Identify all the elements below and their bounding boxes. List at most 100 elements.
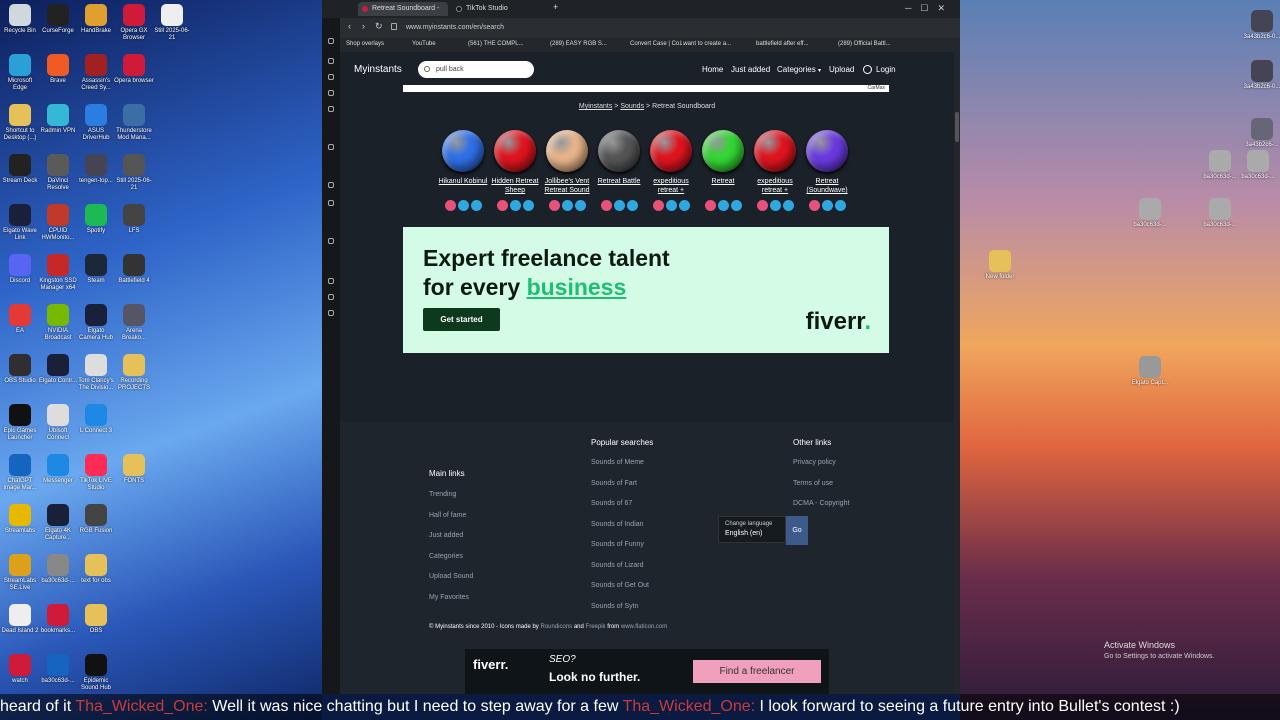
footer-main-link[interactable]: Categories: [429, 553, 463, 560]
sound-play-button[interactable]: [806, 130, 848, 172]
link-icon[interactable]: [457, 200, 469, 211]
desktop-icon[interactable]: Elgato Contr...: [38, 354, 78, 385]
footer-main-link[interactable]: Upload Sound: [429, 573, 473, 580]
sidebar-icon[interactable]: [328, 106, 334, 112]
desktop-icon[interactable]: Thunderstore Mod Mana...: [114, 104, 154, 142]
share-icon[interactable]: [730, 200, 742, 211]
sound-play-button[interactable]: [494, 130, 536, 172]
desktop-icon[interactable]: 3a43b2c6-0...: [1242, 10, 1280, 41]
desktop-icon[interactable]: Recording PROJECTS: [114, 354, 154, 392]
sidebar-icon[interactable]: [328, 238, 334, 244]
settings-icon[interactable]: [328, 310, 334, 316]
desktop-icon[interactable]: OBS: [76, 604, 116, 635]
nav-just-added[interactable]: Just added: [731, 65, 770, 74]
footer-popular-link[interactable]: Sounds of Lizard: [591, 562, 644, 569]
share-icon[interactable]: [678, 200, 690, 211]
forward-icon[interactable]: ›: [362, 21, 365, 31]
share-icon[interactable]: [626, 200, 638, 211]
desktop-icon[interactable]: Epic Games Launcher: [0, 404, 40, 442]
site-logo[interactable]: Myinstants: [354, 64, 402, 75]
sound-name-link[interactable]: expeditious retreat +: [645, 177, 697, 195]
footer-popular-link[interactable]: Sounds of Indian: [591, 521, 644, 528]
footer-other-link[interactable]: DCMA - Copyright: [793, 500, 849, 507]
bottom-ad[interactable]: fiverr. SEO? Look no further. Find a fre…: [465, 649, 829, 694]
sidebar-icon[interactable]: [328, 74, 334, 80]
desktop-icon[interactable]: Tom Clancy's The Divisio...: [76, 354, 116, 392]
sidebar-icon[interactable]: [328, 278, 334, 284]
desktop-icon[interactable]: CPUID HWMonito...: [38, 204, 78, 242]
address-bar[interactable]: ‹ › ↻ www.myinstants.com/en/search: [340, 18, 960, 38]
favorite-icon[interactable]: [496, 200, 508, 211]
footer-popular-link[interactable]: Sounds of Sytn: [591, 603, 638, 610]
find-freelancer-button[interactable]: Find a freelancer: [693, 660, 821, 683]
sidebar-icon[interactable]: [328, 182, 334, 188]
footer-main-link[interactable]: Just added: [429, 532, 463, 539]
nav-login[interactable]: Login: [876, 65, 896, 74]
favorite-icon[interactable]: [548, 200, 560, 211]
bookmark-item[interactable]: (289) Official Battl...: [838, 41, 891, 47]
desktop-icon[interactable]: 3a43b2c6-...: [1242, 118, 1280, 149]
back-icon[interactable]: ‹: [348, 21, 351, 31]
desktop-icon[interactable]: Elgato Capt...: [1130, 356, 1170, 387]
desktop-icon[interactable]: Shortcut to Desktop (...): [0, 104, 40, 142]
bookmark-item[interactable]: battlefield after eff...: [756, 41, 809, 47]
desktop-icon[interactable]: Microsoft Edge: [0, 54, 40, 92]
favorite-icon[interactable]: [704, 200, 716, 211]
desktop-icon[interactable]: StreamLabs SE.Live: [0, 554, 40, 592]
nav-categories[interactable]: Categories: [777, 65, 816, 74]
desktop-icon[interactable]: ChatGPT Image Mar...: [0, 454, 40, 492]
desktop-icon[interactable]: HandBrake: [76, 4, 116, 35]
footer-other-link[interactable]: Terms of use: [793, 480, 833, 487]
breadcrumb-home[interactable]: Myinstants: [579, 103, 612, 110]
link-icon[interactable]: [769, 200, 781, 211]
desktop-icon[interactable]: Brave: [38, 54, 78, 85]
desktop-icon[interactable]: Dead Island 2: [0, 604, 40, 635]
sound-name-link[interactable]: Retreat: [697, 177, 749, 195]
desktop-icon[interactable]: Recycle Bin: [0, 4, 40, 35]
desktop-icon[interactable]: NVIDIA Broadcast: [38, 304, 78, 342]
footer-popular-link[interactable]: Sounds of Meme: [591, 459, 644, 466]
desktop-icon[interactable]: ba30c63d-...: [1200, 198, 1240, 229]
bookmark-item[interactable]: YouTube: [412, 41, 436, 47]
language-select[interactable]: Change language English (en): [718, 516, 786, 543]
get-started-button[interactable]: Get started: [423, 308, 500, 331]
desktop-icon[interactable]: Streamlabs: [0, 504, 40, 535]
sidebar-icon[interactable]: [328, 294, 334, 300]
desktop-icon[interactable]: Elgato Camera Hub: [76, 304, 116, 342]
link-icon[interactable]: [821, 200, 833, 211]
desktop-icon[interactable]: Kingston SSD Manager x64: [38, 254, 78, 292]
desktop-icon[interactable]: text for obs: [76, 554, 116, 585]
sound-name-link[interactable]: Hidden Retreat Sheep: [489, 177, 541, 195]
desktop-icon[interactable]: Steam: [76, 254, 116, 285]
desktop-icon[interactable]: ba30c63d-...: [1238, 150, 1278, 181]
link-icon[interactable]: [509, 200, 521, 211]
footer-popular-link[interactable]: Sounds of 67: [591, 500, 632, 507]
ad-headline-link[interactable]: business: [527, 274, 627, 300]
footer-main-link[interactable]: My Favorites: [429, 594, 469, 601]
sound-name-link[interactable]: expeditious retreat +: [749, 177, 801, 195]
sidebar-icon[interactable]: [328, 90, 334, 96]
footer-popular-link[interactable]: Sounds of Funny: [591, 541, 644, 548]
freepik-link[interactable]: Freepik: [586, 624, 606, 630]
sound-name-link[interactable]: Retreat (Soundwave): [801, 177, 853, 195]
sound-name-link[interactable]: Jollibee's Vent Retreat Sound: [541, 177, 593, 195]
link-icon[interactable]: [613, 200, 625, 211]
nav-home[interactable]: Home: [702, 65, 723, 74]
desktop-icon[interactable]: RGB Fusion: [76, 504, 116, 535]
bookmark-item[interactable]: Shop overlays: [346, 41, 384, 47]
desktop-icon[interactable]: OBS Studio: [0, 354, 40, 385]
desktop-icon[interactable]: Still 2025-06-21: [114, 154, 154, 192]
bookmark-item[interactable]: (289) EASY RGB S...: [550, 41, 607, 47]
page-scrollbar[interactable]: [954, 52, 960, 694]
desktop-icon[interactable]: bookmarks...: [38, 604, 78, 635]
desktop-icon[interactable]: DaVinci Resolve: [38, 154, 78, 192]
sidebar-icon[interactable]: [328, 38, 334, 44]
reload-icon[interactable]: ↻: [375, 21, 383, 32]
sound-play-button[interactable]: [650, 130, 692, 172]
language-go-button[interactable]: Go: [786, 516, 808, 545]
favorite-icon[interactable]: [808, 200, 820, 211]
desktop-icon[interactable]: CurseForge: [38, 4, 78, 35]
desktop-icon[interactable]: ba30c63d-...: [1130, 198, 1170, 229]
desktop-icon[interactable]: watch: [0, 654, 40, 685]
sound-name-link[interactable]: Hikanul Kobinul: [437, 177, 489, 195]
